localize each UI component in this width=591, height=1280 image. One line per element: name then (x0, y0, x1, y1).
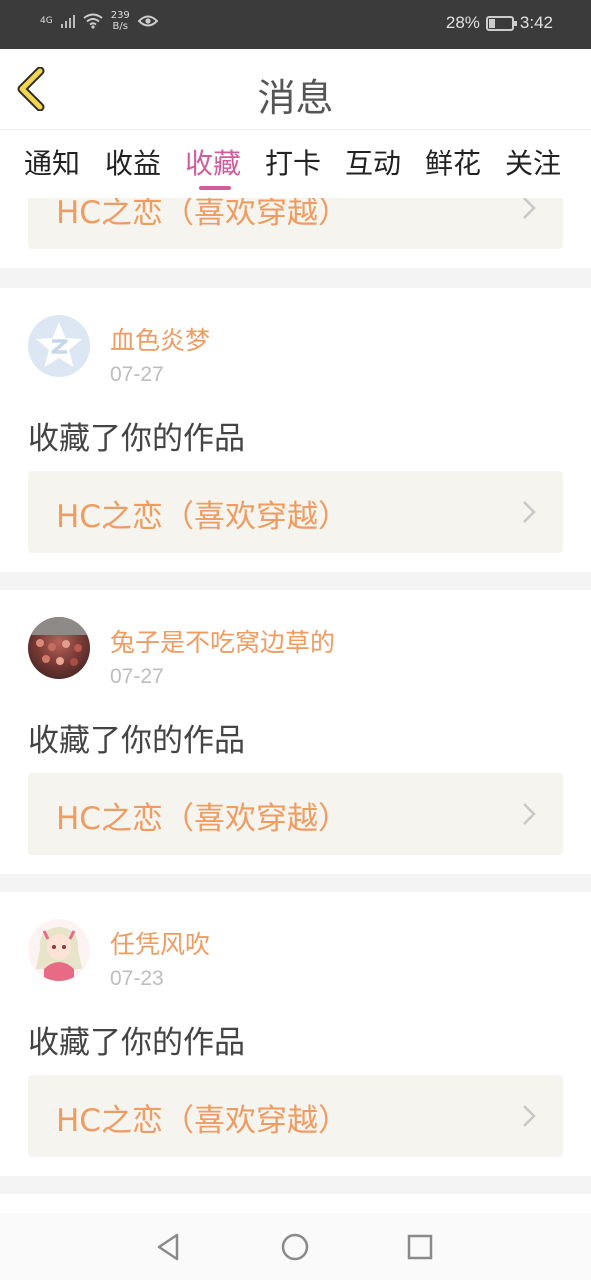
list-item: 任凭风吹 07-23 收藏了你的作品 HC之恋（喜欢穿越） (0, 892, 591, 1176)
list-item: HC之恋（喜欢穿越） (0, 198, 591, 268)
signal-icon (60, 14, 75, 28)
work-link[interactable]: HC之恋（喜欢穿越） (28, 773, 563, 855)
username[interactable]: 兔子是不吃窝边草的 (110, 623, 335, 659)
network-type: 4G (40, 16, 53, 26)
work-link[interactable]: HC之恋（喜欢穿越） (28, 198, 563, 249)
tab-checkin[interactable]: 打卡 (265, 142, 321, 182)
date: 07-27 (110, 665, 164, 688)
wifi-icon (83, 13, 103, 29)
recents-square-icon (407, 1234, 433, 1260)
clock: 3:42 (519, 13, 553, 32)
star-icon (36, 322, 82, 367)
eye-icon (137, 15, 158, 27)
username[interactable]: 血色炎梦 (110, 321, 210, 357)
status-bar: 4G 239 B/s 28% 3:42 (0, 0, 591, 49)
battery-icon (485, 15, 517, 31)
speed-unit: B/s (112, 21, 128, 32)
work-link[interactable]: HC之恋（喜欢穿越） (28, 1075, 563, 1157)
tab-interaction[interactable]: 互动 (345, 142, 401, 182)
network-speed: 239 B/s (111, 10, 130, 32)
battery-percent: 28% (445, 13, 480, 32)
avatar[interactable] (28, 617, 90, 679)
tab-flowers[interactable]: 鲜花 (425, 142, 481, 182)
list-item: 血色炎梦 07-27 收藏了你的作品 HC之恋（喜欢穿越） (0, 288, 591, 572)
tab-notifications[interactable]: 通知 (24, 142, 80, 182)
nav-home-button[interactable] (277, 1229, 313, 1265)
tab-bar: 通知 收益 收藏 打卡 互动 鲜花 关注 (0, 130, 591, 198)
avatar[interactable] (28, 919, 90, 981)
date: 07-23 (110, 967, 164, 990)
work-link[interactable]: HC之恋（喜欢穿越） (28, 471, 563, 553)
list-item: 兔子是不吃窝边草的 07-27 收藏了你的作品 HC之恋（喜欢穿越） (0, 590, 591, 874)
status-right: 28% 3:42 (446, 13, 553, 33)
status-left: 4G 239 B/s (40, 10, 158, 32)
crowd-photo-icon (28, 617, 90, 666)
action-text: 收藏了你的作品 (28, 723, 245, 759)
date: 07-27 (110, 363, 164, 386)
action-text: 收藏了你的作品 (28, 1025, 245, 1061)
chevron-right-icon (523, 198, 536, 219)
app-header: 消息 (0, 49, 591, 130)
page-title: 消息 (257, 76, 334, 120)
avatar[interactable] (28, 315, 90, 377)
system-nav-bar (0, 1213, 591, 1280)
work-title: HC之恋（喜欢穿越） (56, 198, 349, 231)
nav-back-button[interactable] (151, 1229, 187, 1265)
chevron-right-icon (523, 803, 536, 825)
speed-value: 239 (110, 10, 130, 21)
message-feed[interactable]: HC之恋（喜欢穿越） 血色炎梦 07-27 收藏了你的作品 HC之恋（喜欢穿越） (0, 198, 591, 1213)
action-text: 收藏了你的作品 (28, 421, 245, 457)
back-triangle-icon (157, 1233, 179, 1261)
nav-recents-button[interactable] (402, 1229, 438, 1265)
tab-following[interactable]: 关注 (505, 142, 561, 182)
anime-girl-icon (36, 927, 82, 981)
username[interactable]: 任凭风吹 (110, 925, 210, 961)
tab-earnings[interactable]: 收益 (105, 142, 161, 182)
work-title: HC之恋（喜欢穿越） (56, 1103, 349, 1139)
work-title: HC之恋（喜欢穿越） (56, 801, 349, 837)
home-circle-icon (281, 1233, 309, 1261)
chevron-right-icon (523, 501, 536, 523)
chevron-right-icon (523, 1105, 536, 1127)
work-title: HC之恋（喜欢穿越） (56, 499, 349, 535)
list-item (0, 1194, 591, 1213)
active-tab-indicator (199, 186, 231, 190)
tab-favorites[interactable]: 收藏 (185, 142, 241, 182)
